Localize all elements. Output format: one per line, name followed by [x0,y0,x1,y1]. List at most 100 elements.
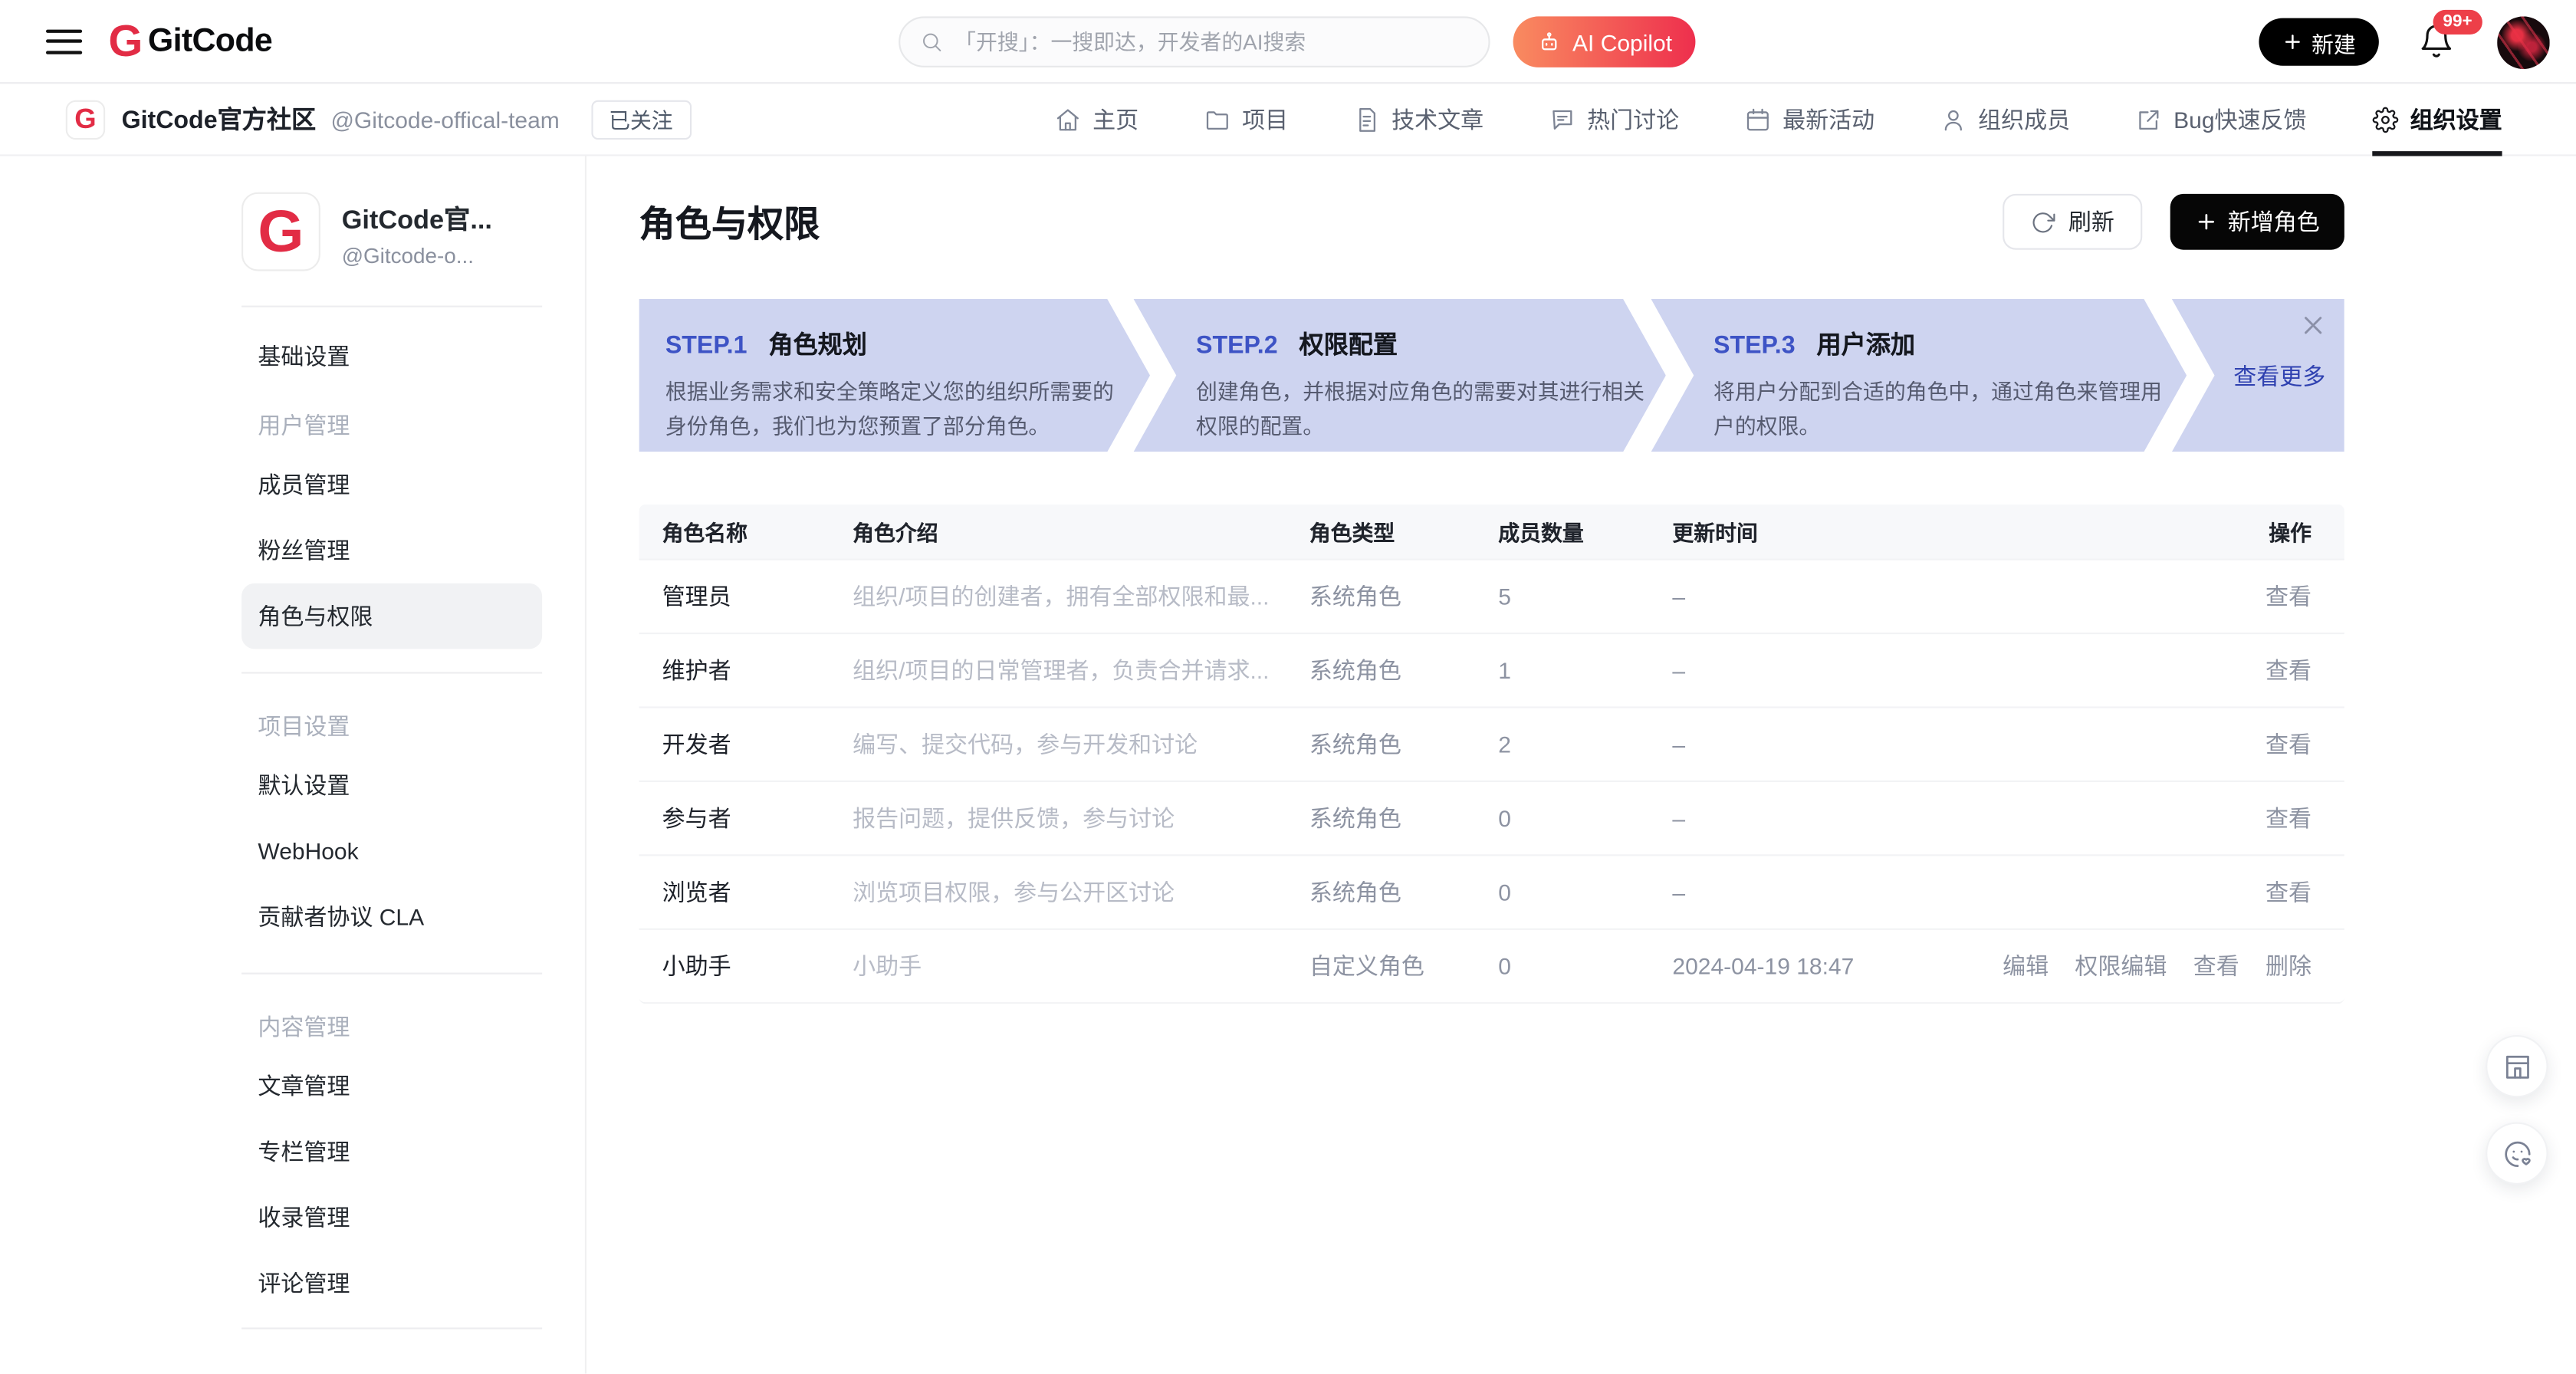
step-3-panel: STEP.3 用户添加 将用户分配到合适的角色中，通过角色来管理用户的权限。 [1651,299,2187,452]
gitcode-logo-mark-icon: G [108,19,141,64]
role-intro: 组织/项目的创建者，拥有全部权限和最... [853,580,1309,613]
tab-activities[interactable]: 最新活动 [1745,83,1875,155]
sidebar-item-basic-settings[interactable]: 基础设置 [242,324,542,390]
sidebar-divider [242,306,542,307]
tab-home[interactable]: 主页 [1055,83,1138,155]
gitcode-org-settings-page: G GitCode AI Copilot 新建 99+ G GitCode官方社… [0,0,2576,1374]
updated-time: – [1672,879,2266,905]
sidebar-item-roles-permissions[interactable]: 角色与权限 [242,583,542,649]
role-name: 维护者 [662,654,853,687]
notification-count-badge: 99+ [2433,9,2482,35]
gitcode-logo[interactable]: G GitCode [108,19,272,64]
ai-copilot-button[interactable]: AI Copilot [1513,16,1696,67]
global-search[interactable] [899,16,1490,67]
sidebar-divider [242,973,542,975]
role-type: 系统角色 [1309,580,1498,613]
person-icon [1940,106,1967,132]
feedback-float-button[interactable] [2486,1123,2548,1185]
member-count: 1 [1498,657,1672,683]
view-action-link[interactable]: 查看 [2266,876,2312,909]
refresh-button[interactable]: 刷新 [2003,194,2142,250]
create-new-button[interactable]: 新建 [2259,18,2378,66]
table-row: 维护者 组织/项目的日常管理者，负责合并请求... 系统角色 1 – 查看 [639,633,2344,706]
role-type: 系统角色 [1309,654,1498,687]
followed-button[interactable]: 已关注 [591,100,692,139]
table-row: 参与者 报告问题，提供反馈，参与讨论 系统角色 0 – 查看 [639,781,2344,854]
sidebar-item-default-settings[interactable]: 默认设置 [242,752,542,818]
tab-projects[interactable]: 项目 [1204,83,1288,155]
robot-icon [1536,29,1562,55]
calendar-icon [1745,106,1771,132]
sidebar-item-webhook[interactable]: WebHook [242,818,542,884]
edit-action-link[interactable]: 编辑 [2003,950,2049,983]
delete-action-link[interactable]: 删除 [2266,950,2312,983]
role-type: 系统角色 [1309,728,1498,761]
role-name: 参与者 [662,802,853,835]
hamburger-menu-icon[interactable] [46,21,82,61]
tab-org-settings[interactable]: 组织设置 [2372,83,2502,155]
view-action-link[interactable]: 查看 [2266,580,2312,613]
step-title: 用户添加 [1816,327,1915,361]
updated-time: – [1672,583,2266,610]
sidebar-item-contributor-cla[interactable]: 贡献者协议 CLA [242,884,542,950]
role-intro: 编写、提交代码，参与开发和讨论 [853,728,1309,761]
sidebar-item-article-management[interactable]: 文章管理 [242,1054,542,1119]
add-role-button[interactable]: 新增角色 [2170,194,2344,250]
column-header: 操作 [2269,516,2312,547]
search-input[interactable] [955,30,1469,54]
view-action-link[interactable]: 查看 [2193,950,2239,983]
view-action-link[interactable]: 查看 [2266,802,2312,835]
table-row: 管理员 组织/项目的创建者，拥有全部权限和最... 系统角色 5 – 查看 [639,559,2344,633]
member-count: 5 [1498,583,1672,610]
org-avatar: G [242,192,320,271]
updated-time: – [1672,731,2266,758]
plus-icon [2282,31,2303,53]
step-2-panel: STEP.2 权限配置 创建角色，并根据对应角色的需要对其进行相关权限的配置。 [1134,299,1666,452]
step-title: 角色规划 [768,327,867,361]
view-action-link[interactable]: 查看 [2266,654,2312,687]
org-shop-float-button[interactable] [2486,1035,2548,1097]
search-icon [920,30,943,54]
main-content: 角色与权限 刷新 新增角色 [586,156,2576,1374]
gitcode-logo-text: GitCode [148,22,272,60]
step-number: STEP.1 [665,332,748,360]
column-header: 角色介绍 [853,516,1309,547]
table-header: 角色名称 角色介绍 角色类型 成员数量 更新时间 操作 [639,505,2344,559]
sidebar-item-comment-management[interactable]: 评论管理 [242,1251,542,1316]
tab-members[interactable]: 组织成员 [1940,83,2070,155]
steps-banner: STEP.1 角色规划 根据业务需求和安全策略定义您的组织所需要的身份角色，我们… [639,299,2344,452]
discussion-icon [1549,106,1576,132]
sidebar-org-handle: @Gitcode-o... [342,243,492,268]
column-header: 成员数量 [1498,516,1672,547]
view-action-link[interactable]: 查看 [2266,728,2312,761]
ai-copilot-label: AI Copilot [1572,29,1672,55]
user-avatar[interactable] [2497,15,2550,68]
tab-discussions[interactable]: 热门讨论 [1549,83,1679,155]
role-name: 小助手 [662,950,853,983]
column-header: 角色名称 [662,516,853,547]
sidebar-item-member-management[interactable]: 成员管理 [242,452,542,518]
role-type: 系统角色 [1309,876,1498,909]
view-more-link[interactable]: 查看更多 [2233,359,2325,392]
tab-articles[interactable]: 技术文章 [1354,83,1484,155]
sidebar-item-fans-management[interactable]: 粉丝管理 [242,518,542,583]
sidebar-item-collection-management[interactable]: 收录管理 [242,1185,542,1251]
close-icon[interactable] [2298,311,2328,340]
sidebar-section-content-management: 内容管理 [242,991,542,1053]
role-name: 管理员 [662,580,853,613]
table-row: 浏览者 浏览项目权限，参与公开区讨论 系统角色 0 – 查看 [639,854,2344,928]
tab-bug-feedback[interactable]: Bug快速反馈 [2136,83,2307,155]
step-title: 权限配置 [1299,327,1398,361]
article-icon [1354,106,1380,132]
sidebar-item-column-management[interactable]: 专栏管理 [242,1119,542,1185]
member-count: 0 [1498,879,1672,905]
notifications-button[interactable]: 99+ [2418,22,2457,61]
role-intro: 报告问题，提供反馈，参与讨论 [853,802,1309,835]
permission-edit-action-link[interactable]: 权限编辑 [2075,950,2167,983]
step-number: STEP.2 [1196,332,1278,360]
org-logo-icon[interactable]: G [66,100,105,139]
role-name: 浏览者 [662,876,853,909]
updated-time: – [1672,805,2266,831]
storefront-icon [2502,1050,2533,1082]
org-header-bar: G GitCode官方社区 @Gitcode-offical-team 已关注 … [0,84,2576,156]
